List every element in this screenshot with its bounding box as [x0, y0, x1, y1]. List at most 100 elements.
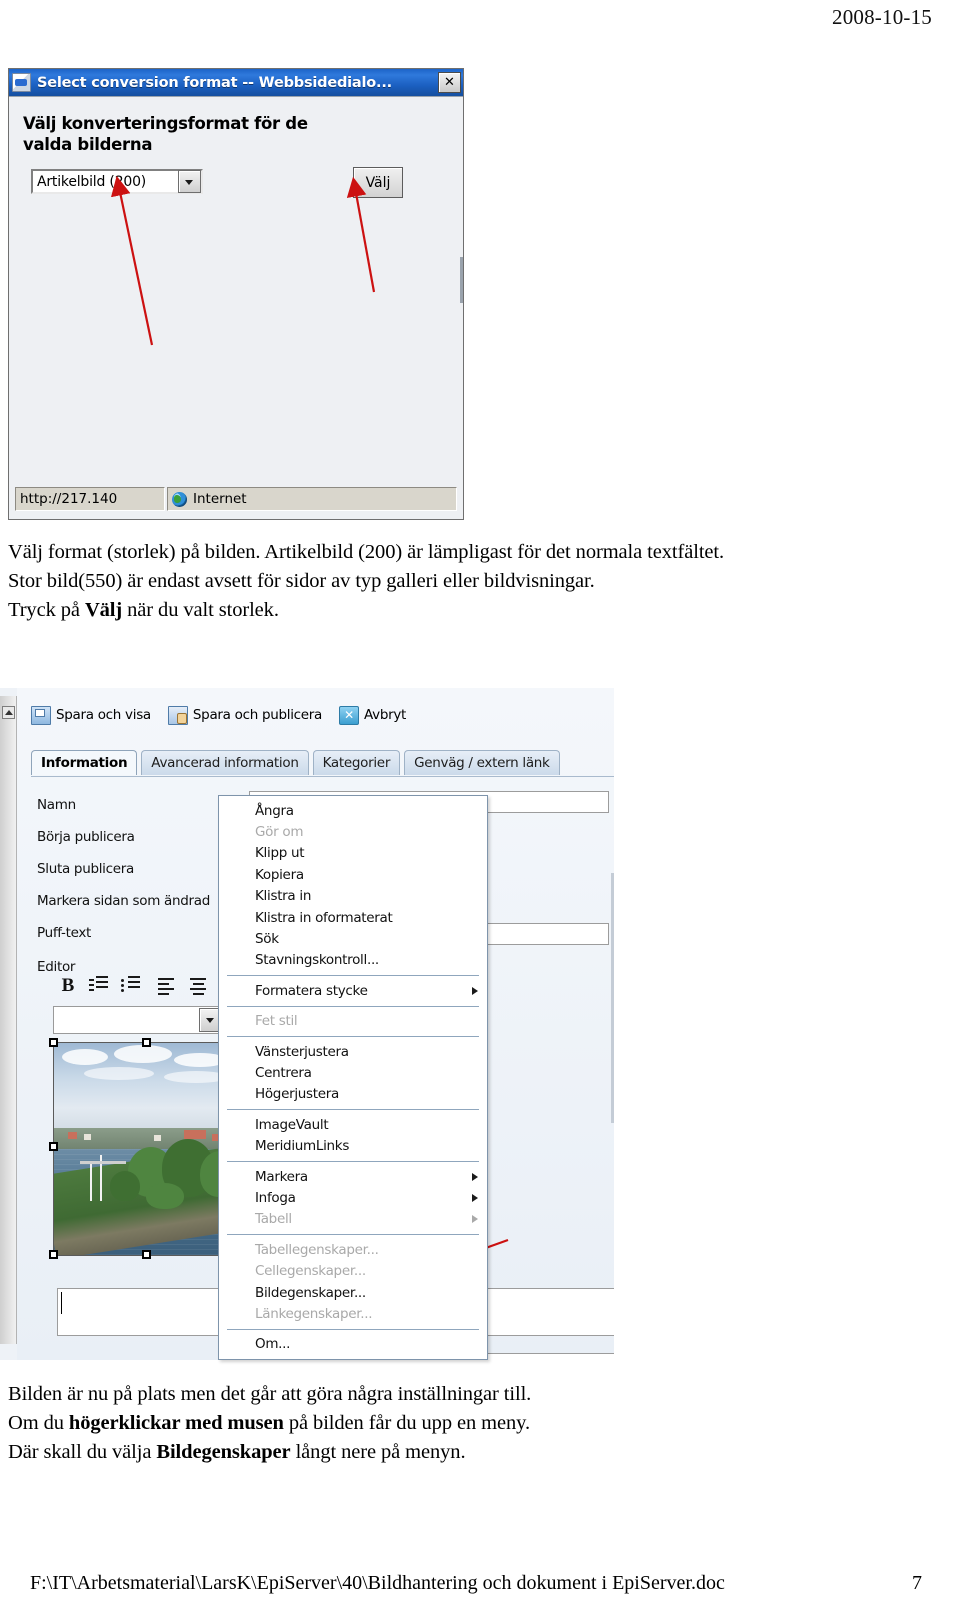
menu-item-sök[interactable]: Sök: [219, 928, 487, 949]
numbered-list-icon[interactable]: [89, 976, 111, 995]
menu-item-klistra-in[interactable]: Klistra in: [219, 886, 487, 907]
puff-text-input[interactable]: [481, 923, 609, 945]
instruction-paragraph-2: Bilden är nu på plats men det går att gö…: [8, 1380, 952, 1467]
menu-item-label: Klistra in: [255, 888, 312, 905]
menu-item-markera[interactable]: Markera: [219, 1166, 487, 1187]
menu-item-label: Markera: [255, 1168, 308, 1185]
menu-item-label: Ångra: [255, 802, 294, 819]
menu-item-klipp-ut[interactable]: Klipp ut: [219, 843, 487, 864]
menu-item-label: Om...: [255, 1336, 291, 1353]
skribent-input[interactable]: [486, 1353, 614, 1360]
tab-information[interactable]: Information: [31, 750, 138, 775]
menu-separator: [227, 1005, 479, 1007]
menu-item-label: Bildegenskaper...: [255, 1284, 366, 1301]
resize-handle-top-left[interactable]: [49, 1038, 58, 1047]
text-caret: [61, 1292, 62, 1314]
dialog-statusbar: http://217.140 Internet: [15, 487, 457, 511]
p2-line3-bold: Bildegenskaper: [156, 1441, 291, 1463]
inserted-image[interactable]: [53, 1042, 241, 1256]
left-scroll-rail[interactable]: [0, 696, 17, 1344]
editor-right-divider: [611, 873, 614, 1123]
editor-tabs: Information Avancerad information Katego…: [31, 750, 560, 775]
save-view-icon: [31, 705, 51, 725]
submenu-arrow-icon: [472, 1172, 478, 1181]
instruction-paragraph-1: Välj format (storlek) på bilden. Artikel…: [8, 538, 952, 625]
menu-item-label: Klistra in oformaterat: [255, 909, 393, 926]
menu-item-gör-om: Gör om: [219, 821, 487, 842]
dialog-titlebar: Select conversion format -- Webbsidedial…: [9, 69, 463, 96]
menu-item-fet-stil: Fet stil: [219, 1011, 487, 1032]
save-and-view-label: Spara och visa: [56, 707, 151, 723]
choose-button[interactable]: Välj: [353, 167, 403, 199]
menu-item-label: Högerjustera: [255, 1086, 339, 1103]
align-center-icon[interactable]: [185, 976, 207, 995]
menu-separator: [227, 1109, 479, 1111]
bulleted-list-icon[interactable]: [121, 976, 143, 995]
inner-scrollbar[interactable]: [460, 257, 463, 303]
p2-line3: Där skall du välja Bildegenskaper långt …: [8, 1438, 952, 1467]
save-and-publish-label: Spara och publicera: [192, 707, 323, 723]
chevron-down-icon[interactable]: [178, 170, 201, 194]
save-and-publish-button[interactable]: Spara och publicera: [167, 705, 323, 725]
cancel-icon: ✕: [339, 705, 360, 725]
menu-item-om[interactable]: Om...: [219, 1334, 487, 1355]
globe-icon: [172, 491, 187, 507]
conversion-format-dialog-screenshot: Select conversion format -- Webbsidedial…: [8, 68, 464, 520]
p2-line3-c: långt nere på menyn.: [290, 1441, 466, 1463]
cancel-button[interactable]: ✕ Avbryt: [339, 705, 407, 725]
document-date: 2008-10-15: [832, 5, 932, 29]
p1-line3-bold: Välj: [84, 599, 123, 621]
menu-item-centrera[interactable]: Centrera: [219, 1062, 487, 1083]
menu-item-label: Centrera: [255, 1064, 312, 1081]
menu-item-högerjustera[interactable]: Högerjustera: [219, 1084, 487, 1105]
align-left-icon[interactable]: [153, 976, 175, 995]
menu-item-bildegenskaper[interactable]: Bildegenskaper...: [219, 1282, 487, 1303]
status-url: http://217.140: [15, 487, 165, 511]
menu-item-vänsterjustera[interactable]: Vänsterjustera: [219, 1041, 487, 1062]
menu-item-label: Fet stil: [255, 1013, 298, 1030]
scroll-up-icon[interactable]: [2, 706, 15, 719]
resize-handle-bottom-left[interactable]: [49, 1250, 58, 1259]
menu-item-infoga[interactable]: Infoga: [219, 1187, 487, 1208]
menu-item-label: Stavningskontroll...: [255, 952, 379, 969]
save-and-view-button[interactable]: Spara och visa: [31, 705, 151, 725]
bold-icon[interactable]: B: [57, 976, 79, 995]
resize-handle-top-center[interactable]: [142, 1038, 151, 1047]
p2-line2: Om du högerklickar med musen på bilden f…: [8, 1409, 952, 1438]
p1-line3-c: när du valt storlek.: [122, 599, 279, 621]
resize-handle-middle-left[interactable]: [49, 1142, 58, 1151]
p1-line3: Tryck på Välj när du valt storlek.: [8, 596, 952, 625]
menu-item-label: Cellegenskaper...: [255, 1263, 366, 1280]
submenu-arrow-icon: [472, 1215, 478, 1224]
p2-line3-a: Där skall du välja: [8, 1441, 157, 1463]
menu-item-imagevault[interactable]: ImageVault: [219, 1114, 487, 1135]
menu-item-kopiera[interactable]: Kopiera: [219, 864, 487, 885]
tab-avancerad-information[interactable]: Avancerad information: [141, 750, 309, 775]
menu-item-stavningskontroll[interactable]: Stavningskontroll...: [219, 950, 487, 971]
menu-item-länkegenskaper: Länkegenskaper...: [219, 1303, 487, 1324]
menu-item-formatera-stycke[interactable]: Formatera stycke: [219, 980, 487, 1001]
menu-separator: [227, 1234, 479, 1236]
menu-item-ångra[interactable]: Ångra: [219, 800, 487, 821]
dialog-body: Välj konverteringsformat för de valda bi…: [9, 96, 463, 519]
menu-item-cellegenskaper: Cellegenskaper...: [219, 1260, 487, 1281]
dialog-controls-row: Artikelbild (200) Välj: [23, 167, 449, 199]
format-select[interactable]: Artikelbild (200): [31, 169, 203, 195]
cancel-label: Avbryt: [364, 707, 407, 723]
menu-separator: [227, 975, 479, 977]
dialog-title: Select conversion format -- Webbsidedial…: [37, 74, 392, 91]
menu-separator: [227, 1160, 479, 1162]
menu-item-meridiumlinks[interactable]: MeridiumLinks: [219, 1135, 487, 1156]
close-icon[interactable]: ✕: [438, 72, 461, 93]
p2-line2-bold: högerklickar med musen: [68, 1412, 284, 1434]
menu-item-label: Länkegenskaper...: [255, 1305, 373, 1322]
paragraph-style-select[interactable]: [53, 1006, 225, 1034]
tab-kategorier[interactable]: Kategorier: [312, 750, 401, 775]
menu-item-label: Gör om: [255, 824, 304, 841]
field-label-puff-text: Puff-text: [37, 925, 92, 941]
tab-genvag-extern-lank[interactable]: Genväg / extern länk: [404, 750, 560, 775]
document-page: 2008-10-15 Select conversion format -- W…: [0, 0, 960, 1623]
resize-handle-bottom-center[interactable]: [142, 1250, 151, 1259]
menu-item-klistra-in-oformaterat[interactable]: Klistra in oformaterat: [219, 907, 487, 928]
p2-line2-a: Om du: [8, 1412, 69, 1434]
